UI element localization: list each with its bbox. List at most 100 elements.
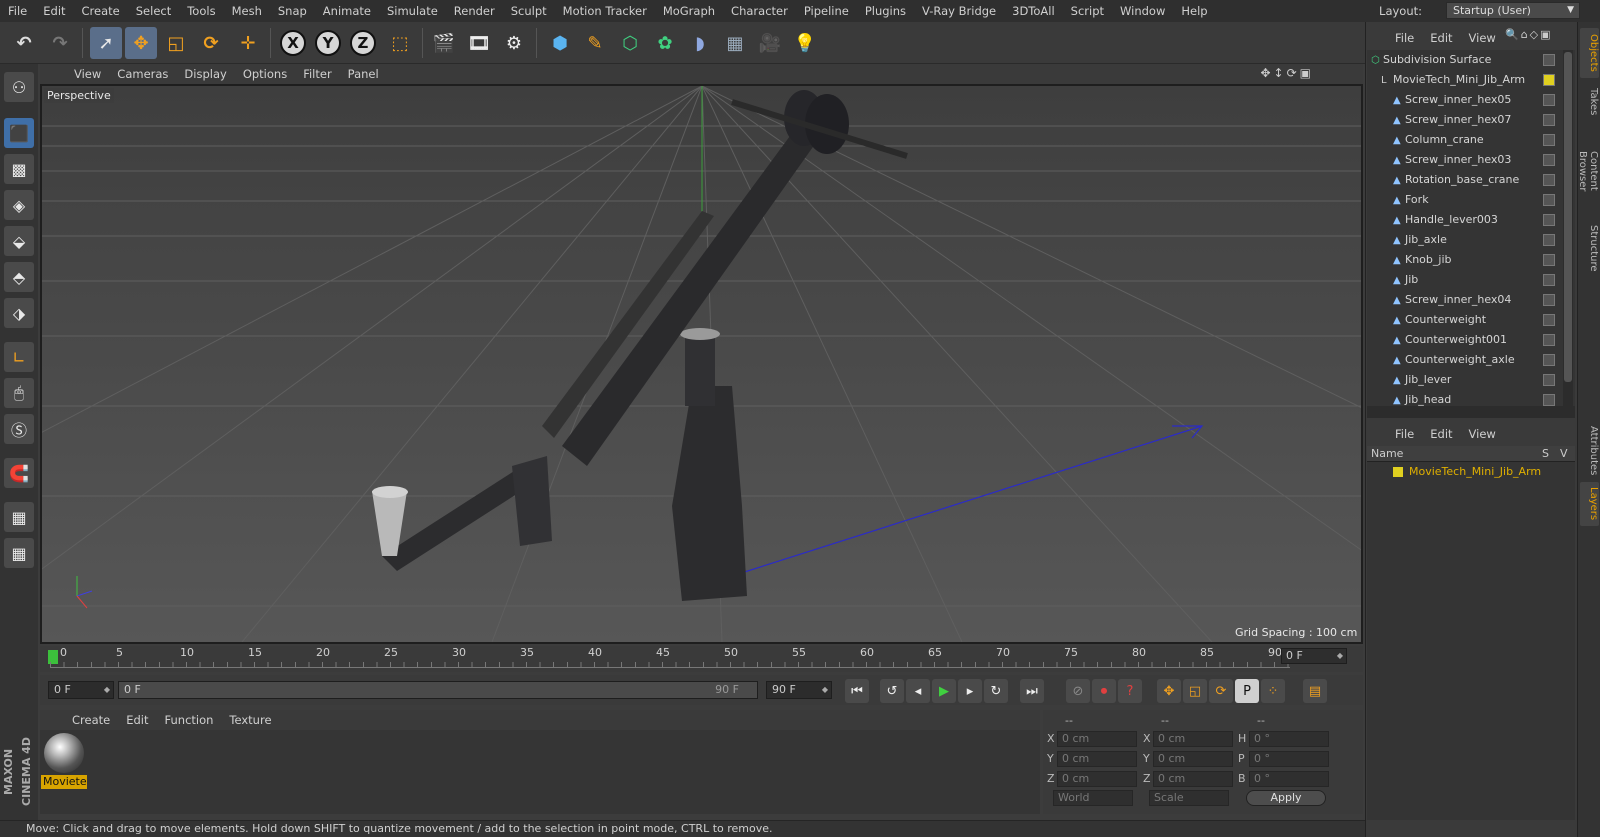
layer-row[interactable]: MovieTech_Mini_Jib_Arm bbox=[1367, 463, 1575, 480]
object-list-scrollbar[interactable] bbox=[1563, 50, 1573, 406]
apply-button[interactable]: Apply bbox=[1246, 790, 1326, 806]
key-rotation-icon[interactable]: ⟳ bbox=[1209, 679, 1233, 703]
vp-menu-view[interactable]: View bbox=[66, 67, 109, 81]
tab-layers[interactable]: Layers bbox=[1580, 482, 1599, 526]
menu-pipeline[interactable]: Pipeline bbox=[796, 4, 857, 18]
render-view-icon[interactable]: 🎬 bbox=[428, 27, 460, 59]
visibility-toggle[interactable] bbox=[1543, 394, 1555, 406]
edges-mode-icon[interactable]: ⬘ bbox=[4, 262, 34, 292]
tab-content-browser[interactable]: Content Browser bbox=[1577, 126, 1599, 216]
mat-menu-create[interactable]: Create bbox=[64, 713, 118, 727]
list-item[interactable]: ▲ Jib bbox=[1367, 270, 1561, 290]
key-scale-icon[interactable]: ◱ bbox=[1183, 679, 1207, 703]
layer-color-swatch[interactable] bbox=[1393, 467, 1403, 477]
vp-menu-options[interactable]: Options bbox=[235, 67, 295, 81]
obj-menu-view[interactable]: View bbox=[1461, 31, 1504, 45]
mat-menu-texture[interactable]: Texture bbox=[221, 713, 279, 727]
visibility-toggle[interactable] bbox=[1543, 194, 1555, 206]
object-list-hscrollbar[interactable] bbox=[1367, 406, 1575, 418]
snap-icon[interactable]: 🧲 bbox=[4, 458, 34, 488]
keyframe-selection-icon[interactable]: ? bbox=[1118, 679, 1142, 703]
menu-render[interactable]: Render bbox=[446, 4, 503, 18]
y-axis-lock[interactable]: Y bbox=[312, 27, 344, 59]
timeline-ruler[interactable]: 0 5 10 15 20 25 30 35 40 45 50 55 60 65 … bbox=[40, 646, 1363, 672]
points-mode-icon[interactable]: ⬙ bbox=[4, 226, 34, 256]
menu-simulate[interactable]: Simulate bbox=[379, 4, 446, 18]
viewport-nav-icons[interactable]: ✥↕⟳▣ bbox=[1260, 66, 1314, 80]
next-frame-icon[interactable]: ▸ bbox=[958, 679, 982, 703]
scale-x-field[interactable]: 0 cm bbox=[1153, 731, 1233, 747]
visibility-toggle[interactable] bbox=[1543, 274, 1555, 286]
coord-space-select[interactable]: World bbox=[1053, 790, 1133, 806]
obj-menu-edit[interactable]: Edit bbox=[1422, 31, 1460, 45]
record-keys-icon[interactable]: ⊘ bbox=[1066, 679, 1090, 703]
tab-takes[interactable]: Takes bbox=[1580, 82, 1599, 122]
list-item[interactable]: ▲ Counterweight_axle bbox=[1367, 350, 1561, 370]
visibility-toggle[interactable] bbox=[1543, 354, 1555, 366]
axis-mode-icon[interactable]: ∟ bbox=[4, 342, 34, 372]
move-axis-icon[interactable]: ✛ bbox=[232, 27, 264, 59]
scale-z-field[interactable]: 0 cm bbox=[1153, 771, 1233, 787]
scroll-thumb[interactable] bbox=[1564, 52, 1572, 382]
tweak-mode-icon[interactable]: 🖱 bbox=[4, 378, 34, 408]
z-axis-lock[interactable]: Z bbox=[347, 27, 379, 59]
previous-frame-icon[interactable]: ◂ bbox=[906, 679, 930, 703]
spin-arrows[interactable]: ◆ bbox=[822, 682, 828, 698]
menu-file[interactable]: File bbox=[0, 4, 35, 18]
menu-create[interactable]: Create bbox=[74, 4, 128, 18]
object-manager-tools[interactable]: 🔍⌂◇▣ bbox=[1505, 28, 1553, 41]
list-item[interactable]: ⬡ Subdivision Surface bbox=[1367, 50, 1561, 70]
visibility-toggle[interactable] bbox=[1543, 114, 1555, 126]
locked-workplane-icon[interactable]: ▦ bbox=[4, 502, 34, 532]
menu-mograph[interactable]: MoGraph bbox=[655, 4, 723, 18]
material-preview[interactable] bbox=[44, 733, 84, 773]
scale-icon[interactable]: ◱ bbox=[160, 27, 192, 59]
planar-workplane-icon[interactable]: ▦ bbox=[4, 538, 34, 568]
menu-select[interactable]: Select bbox=[128, 4, 179, 18]
visibility-toggle[interactable] bbox=[1543, 374, 1555, 386]
3d-viewport[interactable] bbox=[40, 84, 1363, 644]
menu-3dtoall[interactable]: 3DToAll bbox=[1004, 4, 1063, 18]
tab-attributes[interactable]: Attributes bbox=[1580, 422, 1599, 478]
list-item[interactable]: ▲ Counterweight bbox=[1367, 310, 1561, 330]
list-item[interactable]: ▲ Handle_lever003 bbox=[1367, 210, 1561, 230]
position-z-field[interactable]: 0 cm bbox=[1057, 771, 1137, 787]
key-parameter-icon[interactable]: P bbox=[1235, 679, 1259, 703]
menu-plugins[interactable]: Plugins bbox=[857, 4, 914, 18]
make-editable-icon[interactable]: ⚇ bbox=[4, 72, 34, 102]
list-item[interactable]: ▲ Column_crane bbox=[1367, 130, 1561, 150]
key-position-icon[interactable]: ✥ bbox=[1157, 679, 1181, 703]
start-frame-field[interactable]: 0 F ◆ bbox=[48, 681, 114, 699]
subdivision-icon[interactable]: ⬡ bbox=[614, 27, 646, 59]
camera-icon[interactable]: 🎥 bbox=[754, 27, 786, 59]
tab-objects[interactable]: Objects bbox=[1580, 28, 1599, 78]
go-to-start-icon[interactable]: ⏮ bbox=[845, 679, 869, 703]
list-item[interactable]: ▲ Rotation_base_crane bbox=[1367, 170, 1561, 190]
vp-menu-filter[interactable]: Filter bbox=[295, 67, 339, 81]
menu-tools[interactable]: Tools bbox=[179, 4, 223, 18]
tab-structure[interactable]: Structure bbox=[1580, 220, 1599, 276]
solo-icon[interactable]: Ⓢ bbox=[4, 414, 34, 444]
menu-mesh[interactable]: Mesh bbox=[224, 4, 270, 18]
visibility-toggle[interactable] bbox=[1543, 154, 1555, 166]
workplane-icon[interactable]: ◈ bbox=[4, 190, 34, 220]
play-icon[interactable]: ▶ bbox=[932, 679, 956, 703]
x-axis-lock[interactable]: X bbox=[277, 27, 309, 59]
rotation-b-field[interactable]: 0 ° bbox=[1249, 771, 1329, 787]
timeline-window-icon[interactable]: ▤ bbox=[1303, 679, 1327, 703]
menu-help[interactable]: Help bbox=[1173, 4, 1215, 18]
menu-sculpt[interactable]: Sculpt bbox=[503, 4, 555, 18]
menu-window[interactable]: Window bbox=[1112, 4, 1173, 18]
position-y-field[interactable]: 0 cm bbox=[1057, 751, 1137, 767]
end-frame-field[interactable]: 90 F ◆ bbox=[766, 681, 832, 699]
list-item[interactable]: L MovieTech_Mini_Jib_Arm bbox=[1367, 70, 1561, 90]
visibility-toggle[interactable] bbox=[1543, 174, 1555, 186]
auto-keying-icon[interactable]: ⏺ bbox=[1092, 679, 1116, 703]
pen-spline-icon[interactable]: ✎ bbox=[579, 27, 611, 59]
vp-menu-display[interactable]: Display bbox=[176, 67, 234, 81]
redo-icon[interactable]: ↷ bbox=[44, 27, 76, 59]
cube-primitive-icon[interactable]: ⬢ bbox=[544, 27, 576, 59]
go-to-end-icon[interactable]: ⏭ bbox=[1020, 679, 1044, 703]
position-x-field[interactable]: 0 cm bbox=[1057, 731, 1137, 747]
render-picture-viewer-icon[interactable]: 🎞 bbox=[463, 27, 495, 59]
